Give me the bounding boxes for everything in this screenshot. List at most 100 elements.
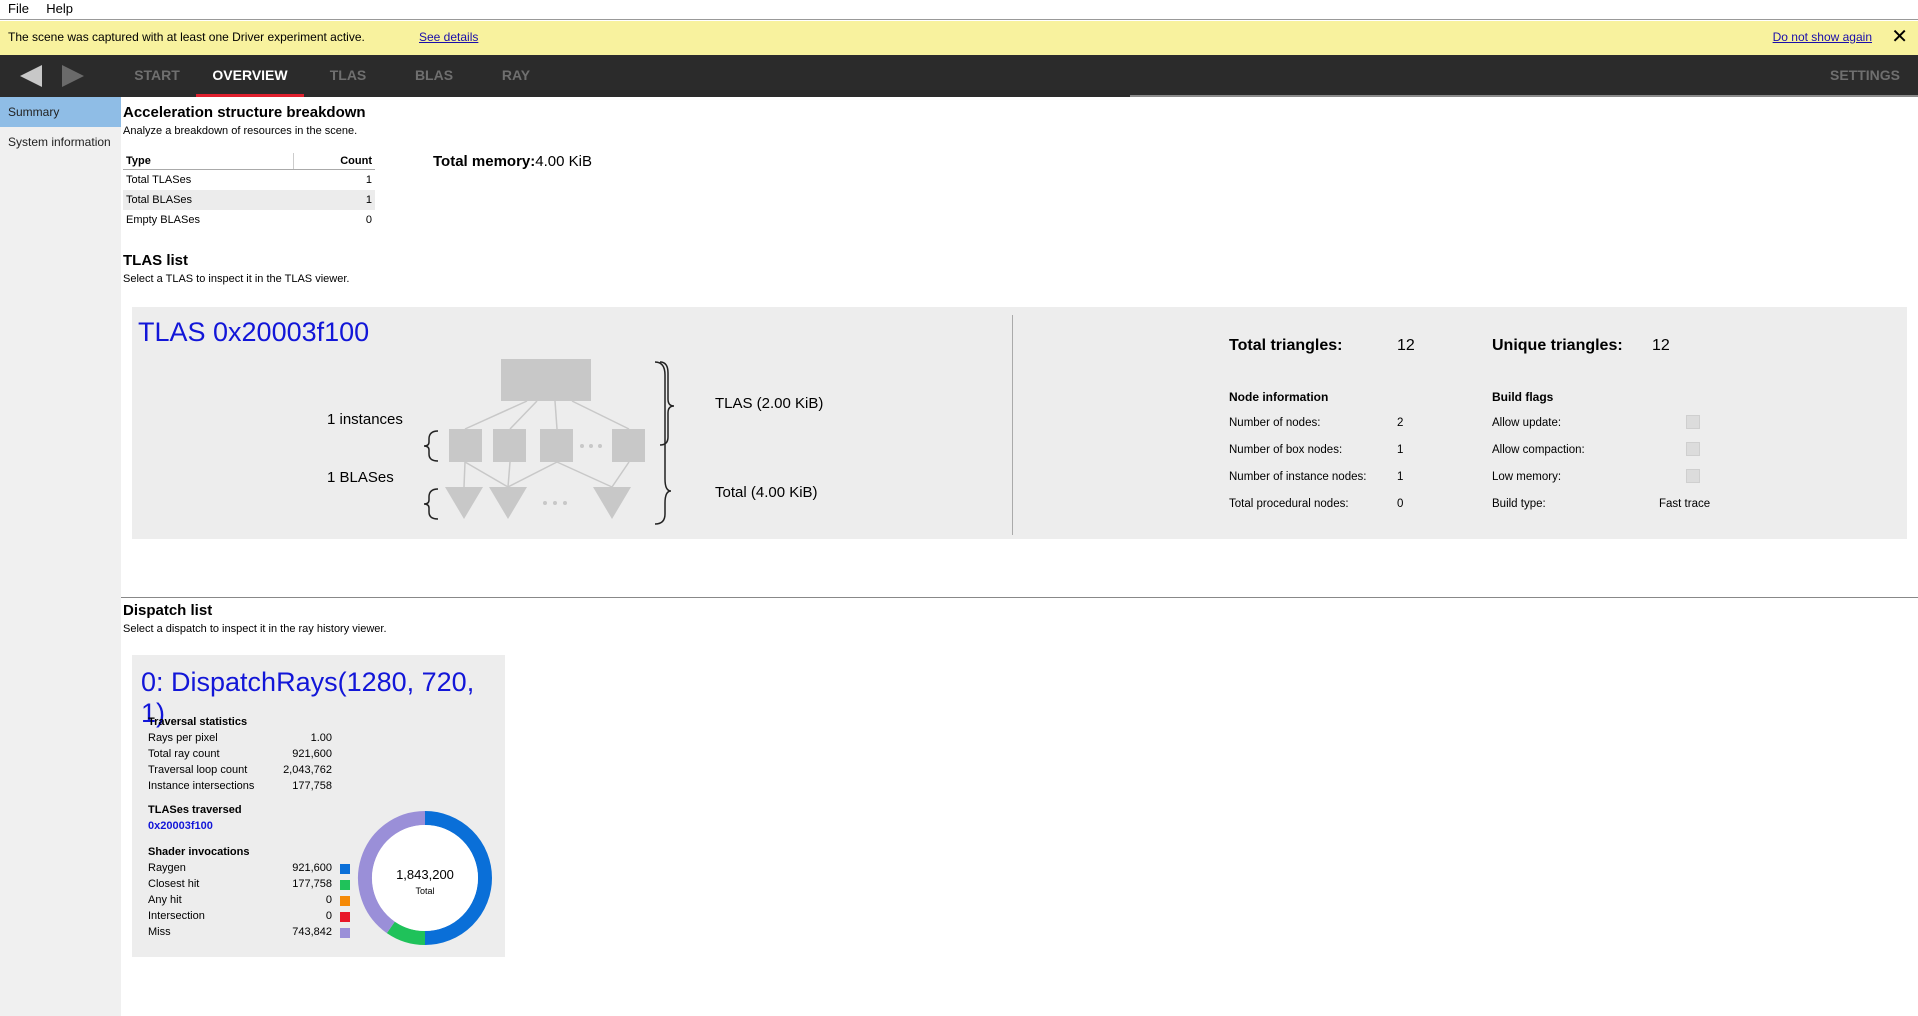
blas-node xyxy=(593,487,631,519)
build-flags-title: Build flags xyxy=(1492,390,1554,404)
total-memory-value: 4.00 KiB xyxy=(535,153,592,170)
type-column-header[interactable]: Type xyxy=(123,153,294,170)
intersection-swatch xyxy=(340,912,350,922)
menu-help[interactable]: Help xyxy=(38,0,79,18)
build-flag-label: Low memory: xyxy=(1492,471,1562,483)
dispatch-list-subtitle: Select a dispatch to inspect it in the r… xyxy=(123,623,387,635)
node-info-label: Total procedural nodes: xyxy=(1229,498,1349,510)
table-row[interactable]: Empty BLASes 0 xyxy=(123,210,375,230)
sidebar-item-summary[interactable]: Summary xyxy=(0,97,121,127)
instance-node xyxy=(449,429,482,462)
shader-value: 0 xyxy=(325,894,332,906)
tlas-size-label: TLAS (2.00 KiB) xyxy=(715,395,824,412)
row-type: Empty BLASes xyxy=(126,213,200,226)
any-hit-swatch xyxy=(340,896,350,906)
tlases-traversed-title: TLASes traversed xyxy=(148,804,242,816)
row-type: Total TLASes xyxy=(126,173,192,186)
instances-label: 1 instances xyxy=(327,411,403,428)
menu-file[interactable]: File xyxy=(0,0,35,18)
shader-invocations-title: Shader invocations xyxy=(148,846,250,858)
breakdown-title: Acceleration structure breakdown xyxy=(123,104,366,121)
tab-blas[interactable]: BLAS xyxy=(404,55,464,97)
node-info-label: Number of instance nodes: xyxy=(1229,471,1367,483)
breakdown-subtitle: Analyze a breakdown of resources in the … xyxy=(123,125,358,137)
see-details-link[interactable]: See details xyxy=(419,30,478,44)
tlas-list-title: TLAS list xyxy=(123,252,189,269)
tab-overview[interactable]: OVERVIEW xyxy=(196,55,304,97)
nav-bar: START OVERVIEW TLAS BLAS RAY SETTINGS xyxy=(0,55,1918,97)
build-flag-label: Allow compaction: xyxy=(1492,444,1585,456)
banner-message: The scene was captured with at least one… xyxy=(8,30,365,44)
row-type: Total BLASes xyxy=(123,189,294,210)
instances-brace-icon xyxy=(423,430,439,462)
low-memory-checkbox xyxy=(1686,469,1700,483)
unique-triangles-value: 12 xyxy=(1652,337,1670,354)
table-row[interactable]: Total TLASes 1 xyxy=(123,170,375,190)
node-info-label: Number of nodes: xyxy=(1229,417,1321,429)
miss-swatch xyxy=(340,928,350,938)
build-flag-label: Allow update: xyxy=(1492,417,1562,429)
shader-label: Closest hit xyxy=(148,878,200,890)
shader-value: 921,600 xyxy=(292,862,332,874)
closest-hit-swatch xyxy=(340,880,350,890)
tlas-traversed-link[interactable]: 0x20003f100 xyxy=(148,820,213,832)
count-column-header[interactable]: Count xyxy=(292,153,375,170)
node-info-label: Number of box nodes: xyxy=(1229,444,1343,456)
allow-compaction-checkbox xyxy=(1686,442,1700,456)
blas-node xyxy=(445,487,483,519)
node-info-value: 2 xyxy=(1397,417,1404,429)
shader-label: Raygen xyxy=(148,862,186,874)
traversal-stat-value: 2,043,762 xyxy=(283,764,332,776)
build-type-label: Build type: xyxy=(1492,498,1546,510)
back-arrow-icon[interactable] xyxy=(20,65,42,87)
tlas-brace-icon xyxy=(659,361,675,446)
do-not-show-again-link[interactable]: Do not show again xyxy=(1773,30,1872,44)
dispatch-card[interactable]: 0: DispatchRays(1280, 720, 1) Traversal … xyxy=(132,655,505,957)
shader-value: 743,842 xyxy=(292,926,332,938)
shader-label: Any hit xyxy=(148,894,182,906)
main-content: Acceleration structure breakdown Analyze… xyxy=(121,97,1918,1016)
table-row[interactable]: Total BLASes 1 xyxy=(123,189,375,210)
traversal-stat-label: Instance intersections xyxy=(148,780,255,792)
blases-label: 1 BLASes xyxy=(327,469,394,486)
traversal-stat-label: Total ray count xyxy=(148,748,220,760)
shader-value: 0 xyxy=(325,910,332,922)
total-memory-label: Total memory: xyxy=(433,153,536,170)
tlas-structure-diagram xyxy=(423,359,675,525)
traversal-stat-label: Rays per pixel xyxy=(148,732,218,744)
tree-nodes xyxy=(445,359,645,519)
tab-start[interactable]: START xyxy=(124,55,190,97)
instance-node xyxy=(612,429,645,462)
section-divider xyxy=(121,597,1918,598)
tab-ray[interactable]: RAY xyxy=(486,55,546,97)
row-count: 1 xyxy=(293,189,375,210)
traversal-stat-value: 177,758 xyxy=(292,780,332,792)
instance-node xyxy=(540,429,573,462)
experiment-banner: The scene was captured with at least one… xyxy=(0,21,1918,55)
traversal-stats-title: Traversal statistics xyxy=(148,716,248,728)
traversal-stat-value: 921,600 xyxy=(292,748,332,760)
row-count: 0 xyxy=(365,213,372,226)
row-count: 1 xyxy=(365,173,372,186)
menu-bar: File Help xyxy=(0,0,1918,20)
node-info-value: 1 xyxy=(1397,444,1404,456)
node-info-value: 0 xyxy=(1397,498,1404,510)
shader-label: Intersection xyxy=(148,910,205,922)
donut-total-value: 1,843,200 xyxy=(396,867,454,882)
card-divider xyxy=(1012,315,1013,535)
close-icon[interactable]: ✕ xyxy=(1891,26,1908,48)
shader-label: Miss xyxy=(148,926,171,938)
shader-value: 177,758 xyxy=(292,878,332,890)
tab-settings[interactable]: SETTINGS xyxy=(1830,55,1900,95)
raygen-swatch xyxy=(340,864,350,874)
allow-update-checkbox xyxy=(1686,415,1700,429)
blas-node xyxy=(489,487,527,519)
tab-tlas[interactable]: TLAS xyxy=(318,55,378,97)
blases-brace-icon xyxy=(423,488,439,520)
sidebar: Summary System information xyxy=(0,97,121,1016)
total-memory: Total memory:4.00 KiB xyxy=(433,153,592,170)
forward-arrow-icon[interactable] xyxy=(62,65,84,87)
node-info-title: Node information xyxy=(1229,390,1329,404)
sidebar-item-system-information[interactable]: System information xyxy=(0,127,121,157)
tlas-card[interactable]: TLAS 0x20003f100 1 instances 1 BLASes TL… xyxy=(132,307,1907,539)
